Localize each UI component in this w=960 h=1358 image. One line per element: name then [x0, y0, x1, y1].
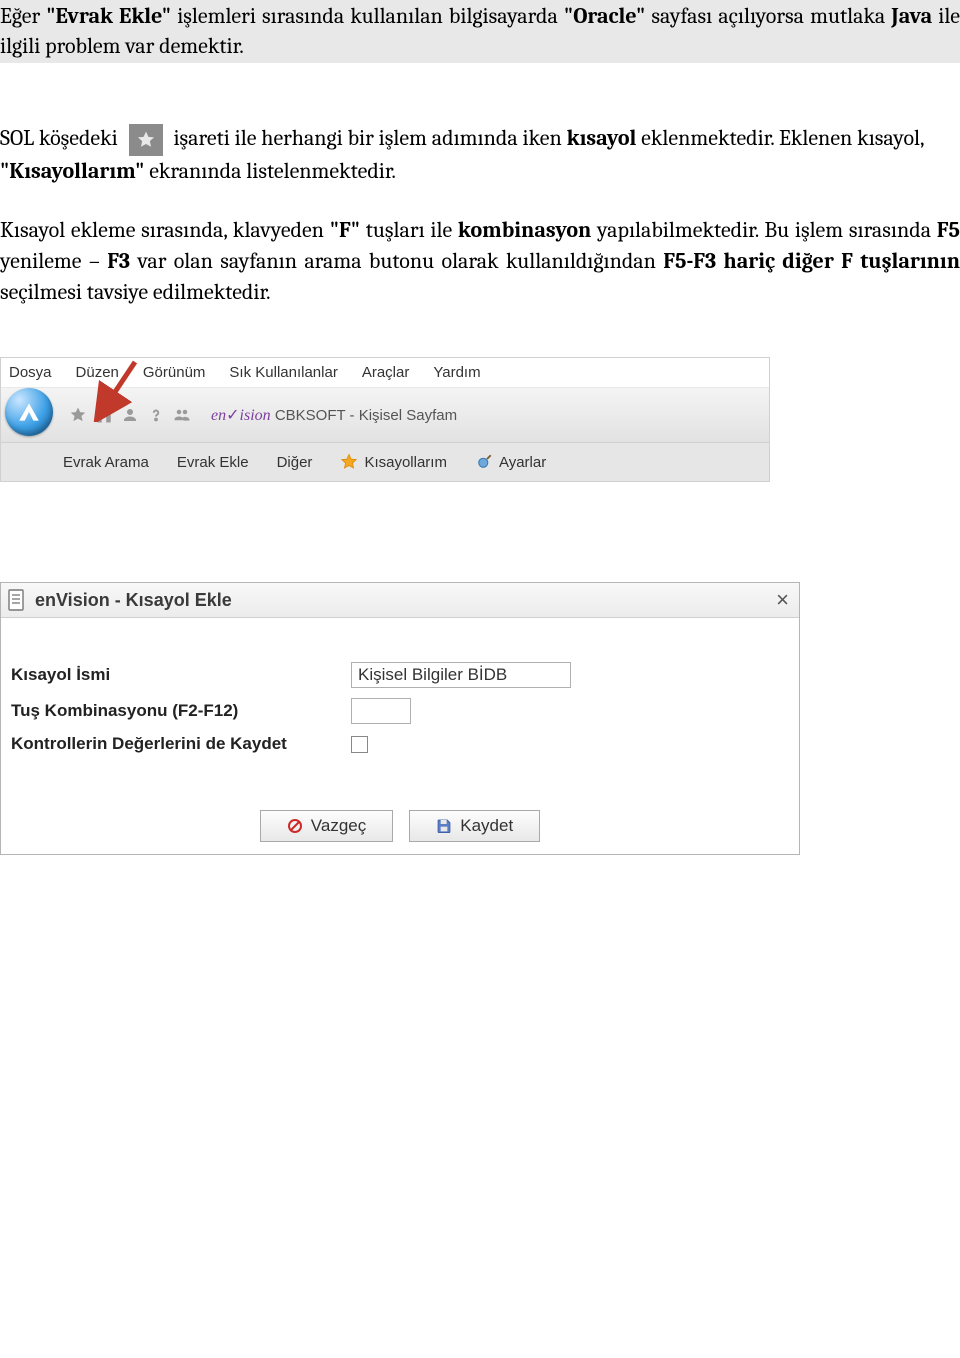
star-icon[interactable]: [69, 406, 87, 424]
t: tuşları ile: [360, 217, 458, 243]
t: Eğer: [0, 3, 40, 29]
toolbar-screenshot: Dosya Düzen Görünüm Sık Kullanılanlar Ar…: [0, 357, 770, 482]
dialog-title-text: enVision - Kısayol Ekle: [35, 590, 232, 611]
close-icon[interactable]: ×: [776, 589, 789, 611]
label: Kaydet: [460, 816, 513, 836]
menu-item-sik-kullanilanlar[interactable]: Sık Kullanılanlar: [229, 364, 337, 381]
help-icon[interactable]: [147, 406, 165, 424]
t: yapılabilmektedir. Bu işlem sırasında: [591, 217, 936, 243]
t: kombinasyon: [458, 217, 591, 243]
t: yenileme –: [0, 248, 107, 274]
main-toolbar: Evrak Arama Evrak Ekle Diğer Kısayolları…: [1, 442, 769, 481]
settings-icon: [475, 453, 493, 471]
form-row-name: Kısayol İsmi: [11, 662, 789, 688]
toolbar-item-diger[interactable]: Diğer: [277, 454, 313, 471]
save-button[interactable]: Kaydet: [409, 810, 540, 842]
menu-item-yardim[interactable]: Yardım: [433, 364, 480, 381]
t: var olan sayfanın arama butonu olarak ku…: [130, 248, 663, 274]
app-title: en✓ision CBKSOFT - Kişisel Sayfam: [211, 405, 457, 425]
app-header-bar: en✓ision CBKSOFT - Kişisel Sayfam: [1, 388, 769, 442]
input-shortcut-name[interactable]: [351, 662, 571, 688]
menu-item-araclar[interactable]: Araçlar: [362, 364, 410, 381]
dialog-footer: Vazgeç Kaydet: [1, 804, 799, 854]
cancel-button[interactable]: Vazgeç: [260, 810, 393, 842]
toolbar-item-evrak-arama[interactable]: Evrak Arama: [63, 454, 149, 471]
toolbar-item-ayarlar[interactable]: Ayarlar: [475, 453, 546, 471]
label-key-combo: Tuş Kombinasyonu (F2-F12): [11, 701, 351, 721]
t: SOL köşedeki: [0, 125, 118, 151]
app-logo-icon[interactable]: [5, 388, 53, 436]
intro-highlighted: Eğer "Evrak Ekle" işlemleri sırasında ku…: [0, 0, 960, 63]
menu-item-dosya[interactable]: Dosya: [9, 364, 52, 381]
t: ekranında listelenmektedir.: [144, 158, 396, 184]
document-icon: [7, 589, 27, 611]
t: eklenmektedir. Eklenen kısayol,: [636, 125, 924, 151]
t: Kısayol ekleme sırasında, klavyeden: [0, 217, 330, 243]
brand-logo: en✓ision: [211, 407, 271, 424]
t: işareti ile herhangi bir işlem adımında …: [173, 125, 566, 151]
save-icon: [436, 818, 452, 834]
t: "Oracle": [564, 3, 645, 29]
label: Ayarlar: [499, 454, 546, 471]
people-icon[interactable]: [173, 406, 191, 424]
dialog-body: Kısayol İsmi Tuş Kombinasyonu (F2-F12) K…: [1, 618, 799, 804]
label-shortcut-name: Kısayol İsmi: [11, 665, 351, 685]
form-row-combo: Tuş Kombinasyonu (F2-F12): [11, 698, 789, 724]
page-title-text: CBKSOFT - Kişisel Sayfam: [275, 407, 457, 424]
t: Java: [891, 3, 932, 29]
t: işlemleri sırasında kullanılan bilgisaya…: [171, 3, 564, 29]
body-paragraph-1: SOL köşedeki işareti ile herhangi bir iş…: [0, 123, 960, 187]
t: F5: [937, 217, 960, 243]
t: sayfası açılıyorsa mutlaka: [645, 3, 891, 29]
t: "F": [330, 217, 360, 243]
label: Vazgeç: [311, 816, 366, 836]
toolbar-item-kisayollarim[interactable]: Kısayollarım: [340, 453, 447, 471]
menu-item-duzen[interactable]: Düzen: [76, 364, 119, 381]
t: seçilmesi tavsiye edilmektedir.: [0, 279, 271, 305]
input-key-combo[interactable]: [351, 698, 411, 724]
quick-icons: [61, 406, 199, 424]
body-paragraph-2: Kısayol ekleme sırasında, klavyeden "F" …: [0, 215, 960, 307]
form-row-savevals: Kontrollerin Değerlerini de Kaydet: [11, 734, 789, 754]
label-save-values: Kontrollerin Değerlerini de Kaydet: [11, 734, 351, 754]
shortcut-dialog: enVision - Kısayol Ekle × Kısayol İsmi T…: [0, 582, 800, 855]
t: "Evrak Ekle": [46, 3, 171, 29]
cancel-icon: [287, 818, 303, 834]
menubar: Dosya Düzen Görünüm Sık Kullanılanlar Ar…: [1, 358, 769, 388]
t: "Kısayollarım": [0, 158, 144, 184]
toolbar-item-evrak-ekle[interactable]: Evrak Ekle: [177, 454, 249, 471]
label: Kısayollarım: [364, 454, 447, 471]
star-favorite-icon: [340, 453, 358, 471]
person-icon[interactable]: [121, 406, 139, 424]
star-icon: [129, 124, 163, 156]
menu-item-gorunum[interactable]: Görünüm: [143, 364, 206, 381]
t: kısayol: [567, 125, 637, 151]
checkbox-save-values[interactable]: [351, 736, 368, 753]
t: F3: [107, 248, 130, 274]
dialog-titlebar: enVision - Kısayol Ekle ×: [1, 583, 799, 618]
t: F5-F3 hariç diğer F tuşlarının: [663, 248, 960, 274]
home-icon[interactable]: [95, 406, 113, 424]
